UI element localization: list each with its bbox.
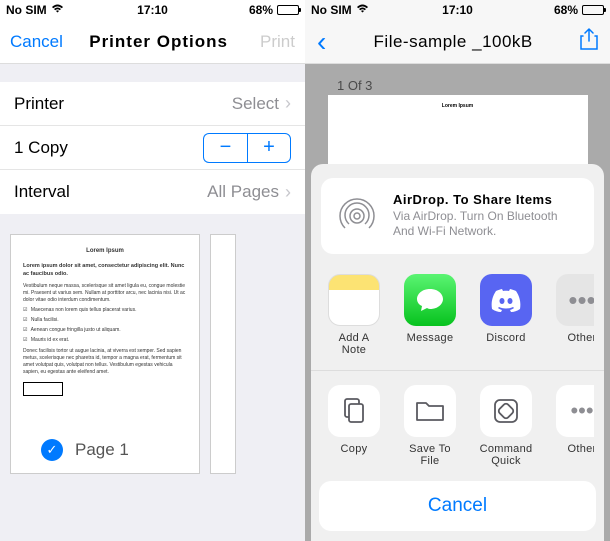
- share-sheet: AirDrop. To Share Items Via AirDrop. Tur…: [311, 164, 604, 541]
- action-label: Command Quick: [477, 443, 535, 467]
- stepper-plus-button[interactable]: +: [247, 133, 291, 163]
- action-label: Copy: [325, 443, 383, 455]
- copies-row: 1 Copy − +: [0, 126, 305, 170]
- airdrop-title: AirDrop. To Share Items: [393, 192, 580, 209]
- airdrop-text: AirDrop. To Share Items Via AirDrop. Tur…: [393, 192, 580, 240]
- interval-row[interactable]: Interval All Pages ›: [0, 170, 305, 214]
- battery-percent: 68%: [554, 3, 578, 17]
- notes-icon: [328, 274, 380, 326]
- page-number-label: Page 1: [69, 437, 135, 463]
- share-actions-row[interactable]: Copy Save To File Command Quick: [321, 385, 594, 481]
- thumb-title: Lorem Ipsum: [23, 247, 187, 255]
- clock: 17:10: [442, 3, 473, 17]
- share-app-discord[interactable]: Discord: [477, 274, 535, 356]
- nav-bar: ‹ File-sample _100kB: [305, 20, 610, 64]
- battery-percent: 68%: [249, 3, 273, 17]
- printer-row[interactable]: Printer Select ›: [0, 82, 305, 126]
- action-command-quick[interactable]: Command Quick: [477, 385, 535, 467]
- wifi-icon: [51, 4, 64, 17]
- wifi-icon: [356, 4, 369, 17]
- share-app-notes[interactable]: Add A Note: [325, 274, 383, 356]
- clock: 17:10: [137, 3, 168, 17]
- airdrop-card[interactable]: AirDrop. To Share Items Via AirDrop. Tur…: [321, 178, 594, 254]
- more-icon: •••: [556, 385, 594, 437]
- file-preview-screen: No SIM 17:10 68% ‹ File-sample _100kB 1 …: [305, 0, 610, 541]
- app-label: Add A Note: [325, 332, 383, 356]
- app-label: Other: [553, 332, 594, 344]
- share-apps-row[interactable]: Add A Note Message Discord: [321, 274, 594, 370]
- carrier-text: No SIM: [6, 3, 47, 17]
- page-preview-area: Lorem Ipsum Lorem ipsum dolor sit amet, …: [0, 214, 305, 494]
- copies-stepper: − +: [203, 133, 291, 163]
- printer-value: Select: [232, 94, 279, 114]
- share-sheet-overlay: AirDrop. To Share Items Via AirDrop. Tur…: [305, 164, 610, 541]
- printer-label: Printer: [14, 94, 64, 114]
- folder-icon: [404, 385, 456, 437]
- interval-value: All Pages: [207, 182, 279, 202]
- file-title: File-sample _100kB: [374, 32, 533, 52]
- more-icon: •••: [556, 274, 594, 326]
- nav-title: Printer Options: [89, 32, 228, 52]
- doc-title: Lorem Ipsum: [358, 103, 558, 109]
- nav-bar: Cancel Print Printer Options: [0, 20, 305, 64]
- discord-icon: [480, 274, 532, 326]
- copies-label: 1 Copy: [14, 138, 68, 158]
- page-thumbnail-1[interactable]: Lorem Ipsum Lorem ipsum dolor sit amet, …: [10, 234, 200, 474]
- stepper-minus-button[interactable]: −: [203, 133, 247, 163]
- print-options-screen: No SIM 17:10 68% Cancel Print Printer Op…: [0, 0, 305, 541]
- status-bar: No SIM 17:10 68%: [0, 0, 305, 20]
- action-label: Other: [553, 443, 594, 455]
- airdrop-icon: [335, 194, 379, 238]
- page-selected-badge: ✓ Page 1: [41, 437, 135, 463]
- airdrop-subtitle: Via AirDrop. Turn On Bluetooth And Wi-Fi…: [393, 209, 580, 240]
- battery-icon: [277, 5, 299, 15]
- action-copy[interactable]: Copy: [325, 385, 383, 467]
- copy-icon: [328, 385, 380, 437]
- cancel-button[interactable]: Cancel: [319, 481, 596, 531]
- action-other[interactable]: ••• Other: [553, 385, 594, 467]
- print-button[interactable]: Print: [260, 32, 295, 52]
- page-thumbnail-2[interactable]: [210, 234, 236, 474]
- shortcuts-icon: [480, 385, 532, 437]
- back-button[interactable]: ‹: [317, 26, 326, 58]
- page-counter: 1 Of 3: [337, 78, 600, 93]
- action-label: Save To File: [401, 443, 459, 467]
- status-bar: No SIM 17:10 68%: [305, 0, 610, 20]
- checkmark-icon: ✓: [41, 439, 63, 461]
- options-list: Printer Select › 1 Copy − + Interval All…: [0, 82, 305, 214]
- app-label: Discord: [477, 332, 535, 344]
- cancel-button[interactable]: Cancel: [10, 32, 63, 52]
- action-save-to-file[interactable]: Save To File: [401, 385, 459, 467]
- share-app-message[interactable]: Message: [401, 274, 459, 356]
- battery-icon: [582, 5, 604, 15]
- share-button[interactable]: [580, 28, 598, 55]
- app-label: Message: [401, 332, 459, 344]
- message-icon: [404, 274, 456, 326]
- chevron-right-icon: ›: [285, 93, 291, 114]
- share-app-other[interactable]: ••• Other: [553, 274, 594, 356]
- chevron-right-icon: ›: [285, 182, 291, 203]
- carrier-text: No SIM: [311, 3, 352, 17]
- interval-label: Interval: [14, 182, 70, 202]
- document-viewer: 1 Of 3 Lorem Ipsum AirDrop. To Share Ite…: [305, 64, 610, 541]
